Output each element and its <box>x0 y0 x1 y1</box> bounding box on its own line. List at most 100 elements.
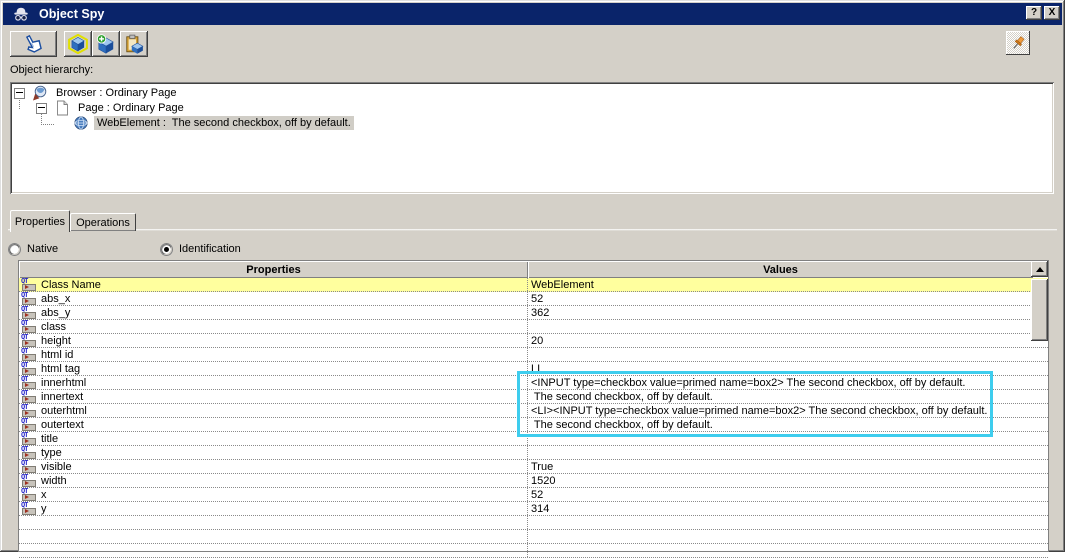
property-icon: QT <box>21 349 37 361</box>
property-name-cell: QTclass <box>19 320 528 333</box>
grid-header: Properties Values <box>19 261 1048 278</box>
collapse-toggle-icon[interactable] <box>14 88 25 99</box>
property-name-cell: QTabs_y <box>19 306 528 319</box>
property-row-visible[interactable]: QTvisibleTrue <box>19 460 1048 474</box>
property-icon: QT <box>21 363 37 375</box>
scrollbar-thumb[interactable] <box>1031 279 1048 341</box>
property-value-cell: The second checkbox, off by default. <box>528 418 1048 431</box>
property-value-cell: <LI><INPUT type=checkbox value=primed na… <box>528 404 1048 417</box>
property-name-cell: QTtype <box>19 446 528 459</box>
tab-operations[interactable]: Operations <box>70 213 136 231</box>
property-row-title[interactable]: QTtitle <box>19 432 1048 446</box>
webelement-globe-icon <box>73 115 89 131</box>
property-value-cell: 314 <box>528 502 1048 515</box>
property-row-type[interactable]: QTtype <box>19 446 1048 460</box>
property-value-cell: 362 <box>528 306 1048 319</box>
property-row-html-tag[interactable]: QThtml tagLI <box>19 362 1048 376</box>
radio-native[interactable]: Native <box>8 242 58 256</box>
property-row-abs_y[interactable]: QTabs_y362 <box>19 306 1048 320</box>
property-name-cell: QTwidth <box>19 474 528 487</box>
copy-object-button[interactable] <box>120 31 148 57</box>
property-value-cell <box>528 446 1048 459</box>
property-row-width[interactable]: QTwidth1520 <box>19 474 1048 488</box>
property-name-cell: QTinnertext <box>19 390 528 403</box>
tree-node-webelement[interactable]: WebElement : The second checkbox, off by… <box>66 115 354 131</box>
property-name-cell: QThtml id <box>19 348 528 361</box>
vertical-scrollbar <box>1031 261 1048 551</box>
property-row-outertext[interactable]: QToutertext The second checkbox, off by … <box>19 418 1048 432</box>
property-icon: QT <box>21 489 37 501</box>
property-icon: QT <box>21 405 37 417</box>
property-name-cell: QTabs_x <box>19 292 528 305</box>
point-button[interactable] <box>10 31 57 57</box>
property-value-cell: <INPUT type=checkbox value=primed name=b… <box>528 376 1048 389</box>
property-icon: QT <box>21 503 37 515</box>
property-value-cell: The second checkbox, off by default. <box>528 390 1048 403</box>
object-cube-icon <box>68 34 88 54</box>
add-object-icon <box>96 34 116 54</box>
add-object-button[interactable] <box>92 31 120 57</box>
radio-native-label: Native <box>27 243 58 255</box>
tab-baseline <box>8 229 1057 231</box>
radio-identification-label: Identification <box>179 243 241 255</box>
up-arrow-icon <box>1036 267 1044 272</box>
property-row-innerhtml[interactable]: QTinnerhtml<INPUT type=checkbox value=pr… <box>19 376 1048 390</box>
browser-icon <box>32 85 48 101</box>
property-value-cell: 52 <box>528 292 1048 305</box>
header-values[interactable]: Values <box>528 261 1033 278</box>
close-button[interactable]: X <box>1044 6 1060 20</box>
property-icon: QT <box>21 475 37 487</box>
property-name-cell: QTClass Name <box>19 278 528 291</box>
tab-properties[interactable]: Properties <box>10 210 70 232</box>
radio-identification-circle <box>160 243 173 256</box>
property-row-class-name[interactable]: QTClass NameWebElement <box>19 278 1048 292</box>
window-title: Object Spy <box>39 7 104 21</box>
property-row-y[interactable]: QTy314 <box>19 502 1048 516</box>
property-row-innertext[interactable]: QTinnertext The second checkbox, off by … <box>19 390 1048 404</box>
object-spy-dialog: Object Spy ? X <box>0 0 1065 552</box>
object-hierarchy-label: Object hierarchy: <box>10 64 93 76</box>
property-icon: QT <box>21 447 37 459</box>
radio-identification[interactable]: Identification <box>160 242 241 256</box>
property-name-cell: QTheight <box>19 334 528 347</box>
tree-node-browser[interactable]: Browser : Ordinary Page <box>14 85 179 101</box>
property-icon: QT <box>21 279 37 291</box>
spy-icon <box>13 6 29 22</box>
properties-table-body: QTClass NameWebElementQTabs_x52QTabs_y36… <box>19 278 1048 558</box>
property-name-cell: QTy <box>19 502 528 515</box>
property-row-height[interactable]: QTheight20 <box>19 334 1048 348</box>
property-icon: QT <box>21 391 37 403</box>
keep-on-top-button[interactable] <box>1006 31 1030 55</box>
property-row-abs_x[interactable]: QTabs_x52 <box>19 292 1048 306</box>
property-name-cell: QThtml tag <box>19 362 528 375</box>
tree-node-page[interactable]: Page : Ordinary Page <box>36 100 187 116</box>
property-value-cell <box>528 320 1048 333</box>
object-hierarchy-tree: Browser : Ordinary Page Page : Ordinary … <box>10 82 1054 194</box>
property-icon: QT <box>21 321 37 333</box>
empty-row <box>19 530 1048 544</box>
property-icon: QT <box>21 293 37 305</box>
scroll-up-button[interactable] <box>1031 261 1048 277</box>
property-name-cell: QTinnerhtml <box>19 376 528 389</box>
property-value-cell <box>528 432 1048 445</box>
property-icon: QT <box>21 335 37 347</box>
property-icon: QT <box>21 419 37 431</box>
property-icon: QT <box>21 307 37 319</box>
view-object-button[interactable] <box>64 31 92 57</box>
property-value-cell: WebElement <box>528 278 1048 291</box>
empty-row <box>19 544 1048 558</box>
radio-native-circle <box>8 243 21 256</box>
property-value-cell: True <box>528 460 1048 473</box>
property-name-cell: QToutertext <box>19 418 528 431</box>
header-properties[interactable]: Properties <box>19 261 528 278</box>
property-value-cell: 52 <box>528 488 1048 501</box>
property-name-cell: QTtitle <box>19 432 528 445</box>
collapse-toggle-icon[interactable] <box>36 103 47 114</box>
property-row-x[interactable]: QTx52 <box>19 488 1048 502</box>
property-row-outerhtml[interactable]: QTouterhtml<LI><INPUT type=checkbox valu… <box>19 404 1048 418</box>
property-row-html-id[interactable]: QThtml id <box>19 348 1048 362</box>
help-button[interactable]: ? <box>1026 6 1042 20</box>
copy-to-clipboard-icon <box>124 34 144 54</box>
property-row-class[interactable]: QTclass <box>19 320 1048 334</box>
pushpin-icon <box>1009 34 1027 52</box>
